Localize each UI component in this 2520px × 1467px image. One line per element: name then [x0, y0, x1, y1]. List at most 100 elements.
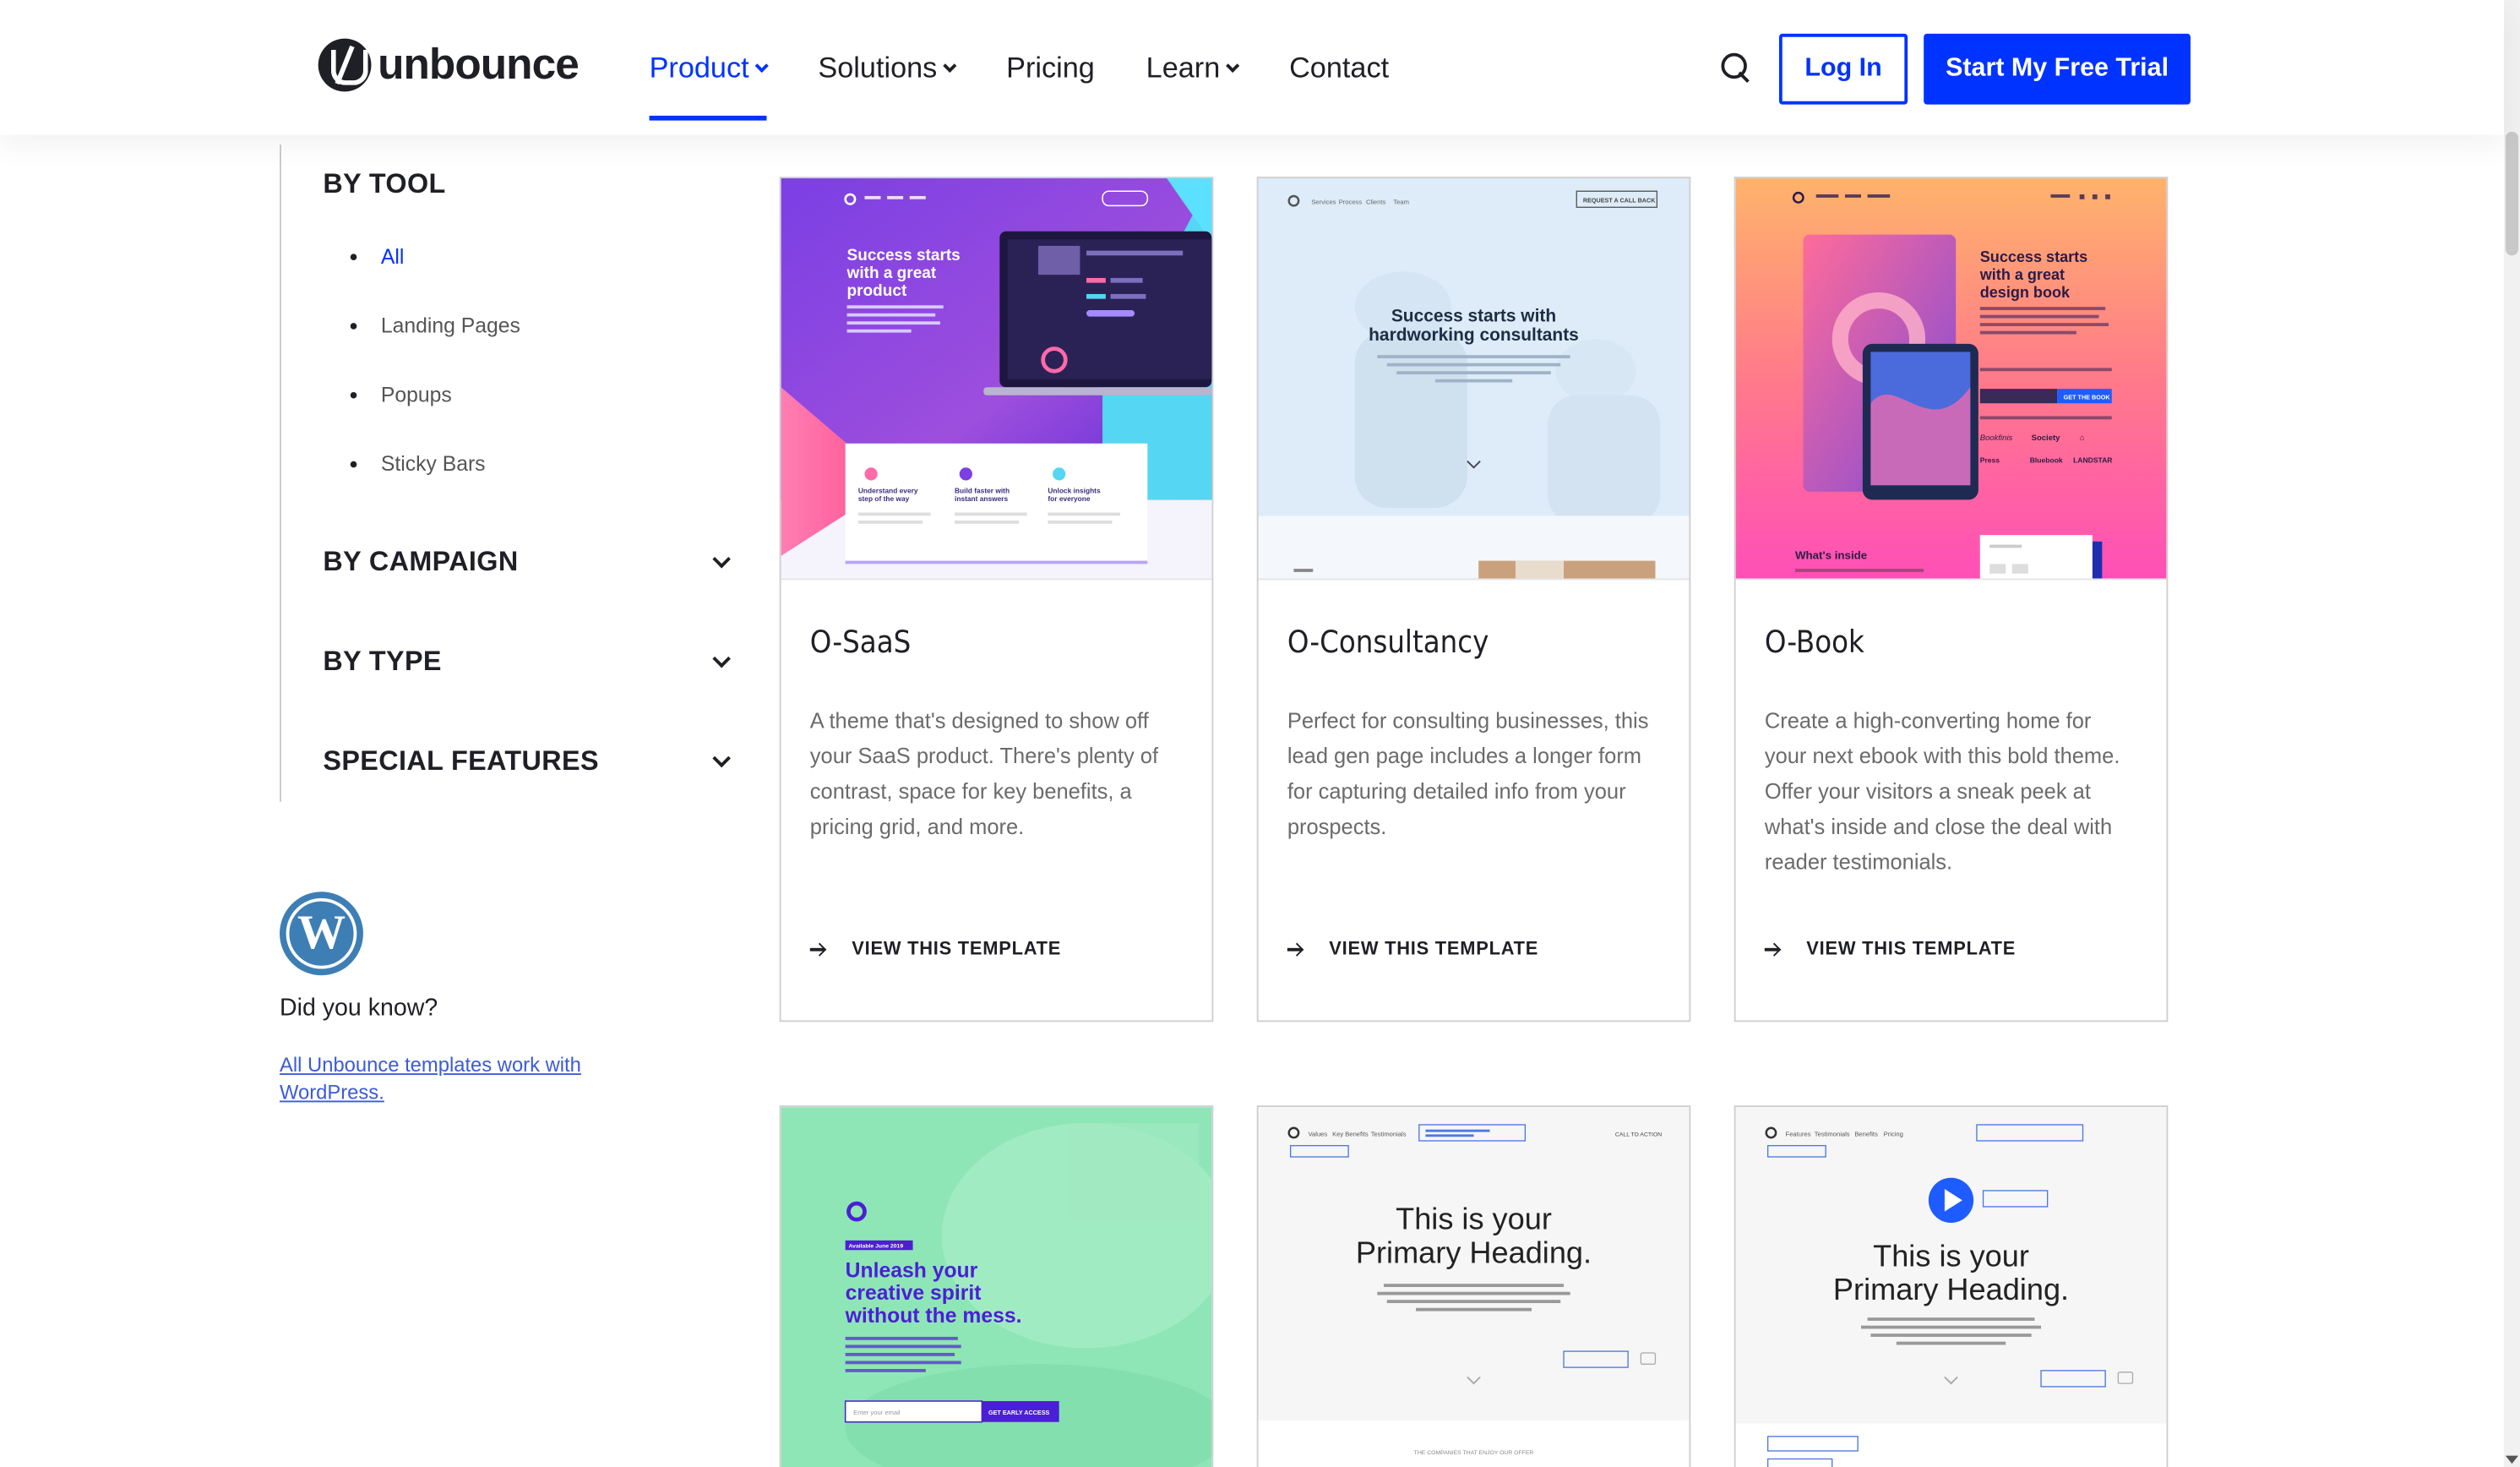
template-title[interactable]: O-SaaS: [810, 625, 911, 661]
scroll-down-arrow-icon[interactable]: [2505, 1455, 2519, 1464]
book-cta-button: GET THE BOOK: [2064, 393, 2111, 401]
svg-text:Bookfinis: Bookfinis: [1980, 434, 2013, 443]
creative-preview-image: Available June 2019 Unleash your creativ…: [781, 1107, 1212, 1467]
nav-item-pricing[interactable]: Pricing: [1006, 0, 1095, 135]
unbounce-logo-icon: [318, 38, 372, 92]
login-button[interactable]: Log In: [1778, 33, 1908, 105]
by-type-heading: BY TYPE: [323, 646, 442, 677]
page-scrollbar[interactable]: [2503, 0, 2520, 1467]
nav-label: Contact: [1289, 50, 1390, 83]
book-preview-image: Success starts with a great design book …: [1735, 178, 2167, 579]
wordpress-w-glyph: W: [286, 897, 357, 969]
template-thumbnail[interactable]: Values Key Benefits Testimonials CALL TO…: [1258, 1107, 1690, 1467]
special-features-heading: SPECIAL FEATURES: [323, 745, 599, 777]
consultancy-nav-clients: Clients: [1366, 198, 1385, 205]
wordpress-logo-icon: W: [280, 892, 363, 976]
tpl3-nav-features: Features: [1786, 1130, 1811, 1137]
filter-sidebar: BY TOOL All Landing Pages Popups Sticky …: [280, 145, 746, 802]
template-thumbnail[interactable]: Available June 2019 Unleash your creativ…: [781, 1107, 1212, 1467]
consultancy-cta-button: REQUEST A CALL BACK: [1583, 197, 1656, 205]
tool-filter-all[interactable]: All: [350, 244, 520, 314]
template-card-primary-heading-2[interactable]: Features Testimonials Benefits Pricing T…: [1734, 1105, 2169, 1467]
template-title[interactable]: O-Book: [1765, 625, 1864, 661]
creative-heading-3: without the mess.: [845, 1305, 1022, 1328]
view-template-link[interactable]: VIEW THIS TEMPLATE: [1764, 940, 2017, 960]
consultancy-heading-2: hardworking consultants: [1369, 325, 1579, 345]
template-card-o-saas[interactable]: Success starts with a great product Unde…: [779, 177, 1214, 1023]
view-template-link[interactable]: VIEW THIS TEMPLATE: [1287, 940, 1538, 959]
page: unbounce Product Solutions Pricing Learn…: [0, 0, 2520, 1467]
tpl2-footer: THE COMPANIES THAT ENJOY OUR OFFER: [1414, 1450, 1534, 1456]
template-description: Create a high-converting home for your n…: [1764, 708, 2120, 875]
template-card-primary-heading-1[interactable]: Values Key Benefits Testimonials CALL TO…: [1256, 1105, 1691, 1467]
arrow-right-icon: [1287, 941, 1304, 957]
did-you-know-label: Did you know?: [280, 994, 438, 1023]
tool-filter-popups[interactable]: Popups: [350, 383, 520, 452]
creative-heading-1: Unleash your: [846, 1260, 978, 1283]
book-heading-3: design book: [1980, 284, 2071, 301]
saas-feature-1-line2: step of the way: [858, 494, 910, 503]
nav-label: Product: [649, 50, 749, 83]
chevron-down-icon: [712, 549, 731, 569]
by-campaign-heading: BY CAMPAIGN: [323, 546, 519, 577]
svg-text:⌂: ⌂: [2080, 434, 2085, 443]
tpl3-heading-1: This is your: [1873, 1238, 2029, 1273]
logo-text: unbounce: [378, 40, 580, 89]
template-card-o-consultancy[interactable]: Services Process Clients Team REQUEST A …: [1256, 177, 1691, 1023]
tool-filter-landing-pages[interactable]: Landing Pages: [350, 314, 520, 383]
by-campaign-toggle[interactable]: BY CAMPAIGN: [323, 546, 731, 578]
special-features-toggle[interactable]: SPECIAL FEATURES: [323, 745, 731, 777]
template-card-creative[interactable]: Available June 2019 Unleash your creativ…: [779, 1105, 1214, 1467]
template-thumbnail[interactable]: Success starts with a great design book …: [1735, 178, 2167, 581]
template-thumbnail[interactable]: Services Process Clients Team REQUEST A …: [1258, 178, 1690, 581]
nav-label: Solutions: [818, 50, 938, 83]
tpl2-heading-2: Primary Heading.: [1356, 1235, 1592, 1270]
nav-item-product[interactable]: Product: [649, 0, 769, 135]
tpl2-call-to-action: CALL TO ACTION: [1615, 1132, 1662, 1137]
scrollbar-thumb[interactable]: [2505, 131, 2519, 256]
saas-feature-2-line2: instant answers: [955, 494, 1009, 503]
view-template-label: VIEW THIS TEMPLATE: [1329, 940, 1539, 960]
template-card-o-book[interactable]: Success starts with a great design book …: [1734, 177, 2169, 1023]
saas-feature-3-line2: for everyone: [1048, 494, 1091, 503]
tool-filter-sticky-bars[interactable]: Sticky Bars: [350, 451, 520, 521]
search-icon[interactable]: [1721, 52, 1753, 85]
book-heading-1: Success starts: [1980, 248, 2087, 265]
consultancy-nav-team: Team: [1393, 198, 1409, 205]
template-description: Perfect for consulting businesses, this …: [1287, 708, 1649, 839]
chevron-down-icon: [754, 57, 769, 73]
arrow-right-icon: [809, 941, 826, 957]
nav-item-learn[interactable]: Learn: [1146, 0, 1240, 135]
tpl2-nav-values: Values: [1309, 1130, 1328, 1137]
template-thumbnail[interactable]: Features Testimonials Benefits Pricing T…: [1735, 1107, 2167, 1467]
tpl2-nav-testimonials: Testimonials: [1371, 1130, 1407, 1137]
by-type-toggle[interactable]: BY TYPE: [323, 646, 731, 678]
nav-label: Pricing: [1006, 50, 1095, 83]
svg-text:Press: Press: [1980, 456, 2000, 465]
main-nav: Product Solutions Pricing Learn Contact: [649, 0, 1440, 135]
book-heading-2: with a great: [1979, 266, 2065, 283]
view-template-link[interactable]: VIEW THIS TEMPLATE: [809, 940, 1061, 959]
wordpress-link[interactable]: All Unbounce templates work with WordPre…: [280, 1052, 601, 1107]
template-title[interactable]: O-Consultancy: [1287, 625, 1489, 661]
nav-item-solutions[interactable]: Solutions: [818, 0, 957, 135]
primary-heading-preview-2: Features Testimonials Benefits Pricing T…: [1735, 1107, 2167, 1467]
chevron-down-icon: [1226, 57, 1240, 73]
view-template-label: VIEW THIS TEMPLATE: [1806, 940, 2017, 960]
template-thumbnail[interactable]: Success starts with a great product Unde…: [781, 178, 1212, 581]
start-free-trial-button[interactable]: Start My Free Trial: [1924, 33, 2191, 105]
svg-text:LANDSTAR: LANDSTAR: [2073, 456, 2112, 465]
creative-email-input: Enter your email: [853, 1409, 901, 1416]
saas-thumb-heading-3: product: [847, 282, 907, 300]
arrow-right-icon: [1764, 941, 1781, 957]
chevron-down-icon: [712, 649, 731, 668]
tpl3-nav-pricing: Pricing: [1884, 1130, 1903, 1137]
saas-thumb-heading-2: with a great: [846, 264, 937, 282]
nav-item-contact[interactable]: Contact: [1289, 0, 1389, 135]
unbounce-logo[interactable]: unbounce: [318, 38, 580, 92]
tool-filter-list: All Landing Pages Popups Sticky Bars: [350, 244, 520, 521]
book-whats-inside: What's inside: [1795, 549, 1867, 562]
saas-thumb-heading-1: Success starts: [847, 247, 961, 264]
template-description: A theme that's designed to show off your…: [809, 708, 1159, 839]
svg-text:Society: Society: [2032, 434, 2061, 443]
